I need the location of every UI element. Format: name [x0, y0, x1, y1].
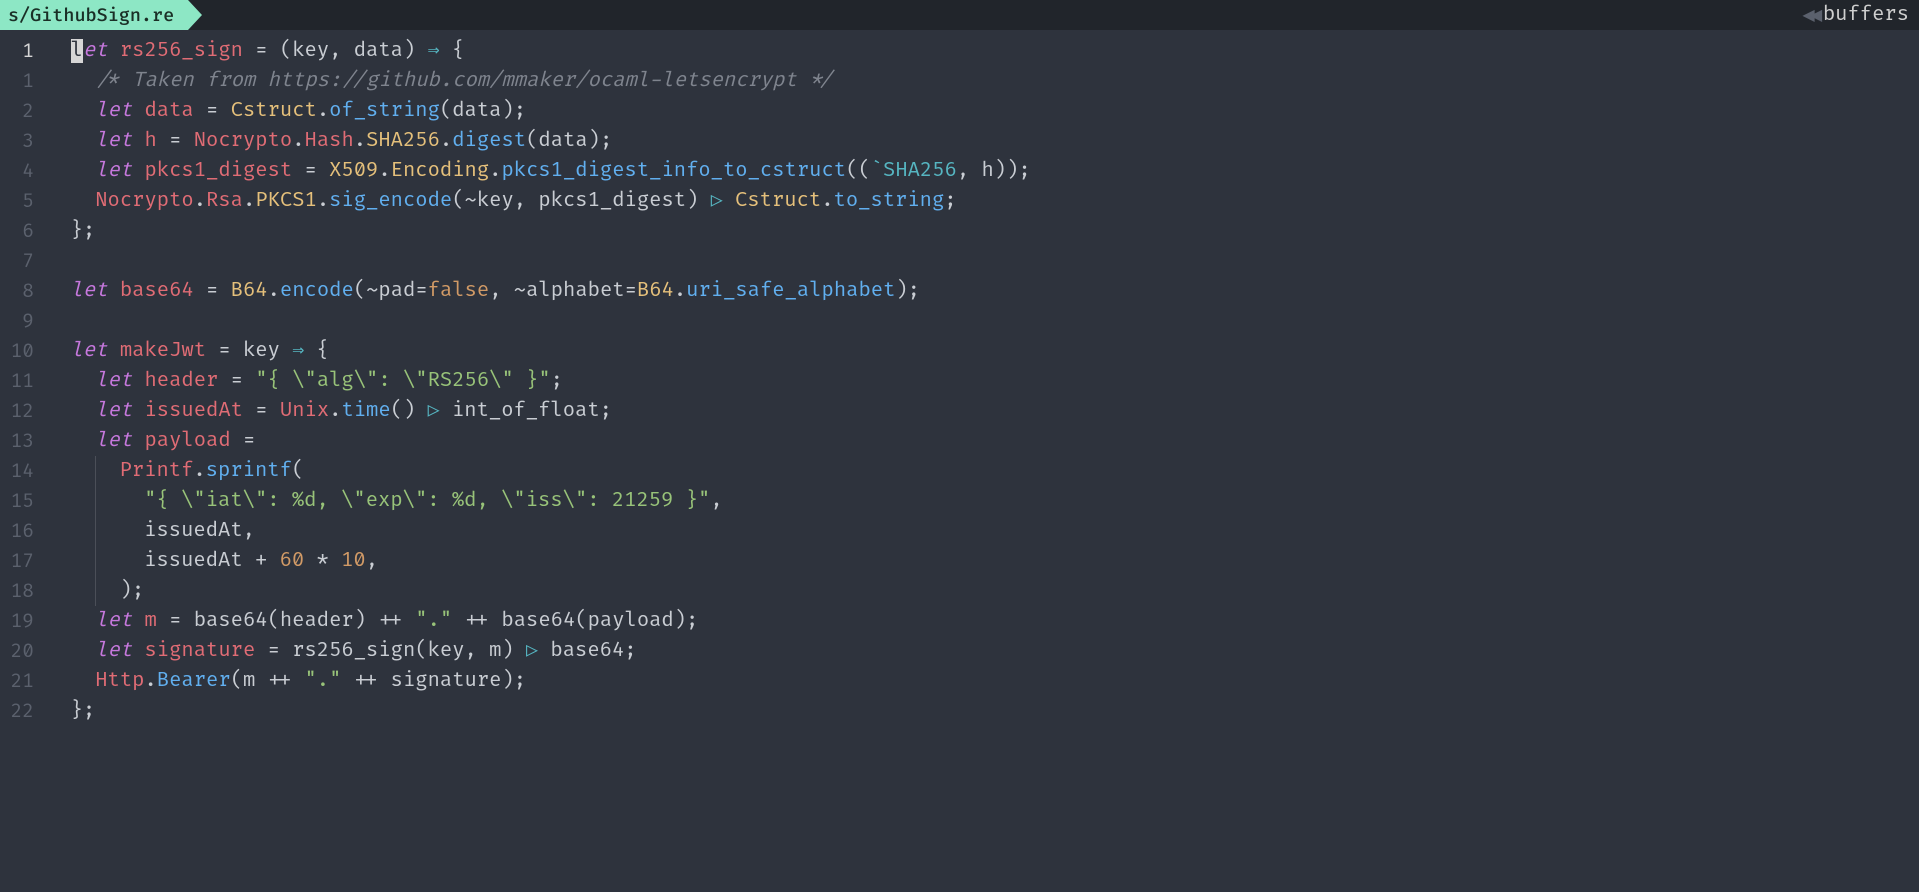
code-area[interactable]: 1 let rs256_sign = (key, data) ⇒ { 1 /* …	[0, 30, 1919, 892]
buffers-label: buffers	[1823, 3, 1909, 27]
code-line[interactable]: 4 let pkcs1_digest = X509.Encoding.pkcs1…	[0, 156, 1919, 186]
line-number: 21	[0, 666, 46, 696]
code-line[interactable]: 16 issuedAt,	[0, 516, 1919, 546]
line-number: 1	[0, 66, 46, 96]
code-line[interactable]: 15 "{ \"iat\": %d, \"exp\": %d, \"iss\":…	[0, 486, 1919, 516]
line-number: 4	[0, 156, 46, 186]
code-line[interactable]: 5 Nocrypto.Rsa.PKCS1.sig_encode(~key, pk…	[0, 186, 1919, 216]
file-tab-label: s/GithubSign.re	[8, 4, 174, 27]
code-line[interactable]: 18 );	[0, 576, 1919, 606]
line-number: 5	[0, 186, 46, 216]
line-number: 7	[0, 246, 46, 276]
line-number: 14	[0, 456, 46, 486]
code-line[interactable]: 22 };	[0, 696, 1919, 726]
buffers-button[interactable]: ◀◀ buffers	[1802, 0, 1919, 30]
line-number: 22	[0, 696, 46, 726]
line-number: 16	[0, 516, 46, 546]
code-line[interactable]: 9	[0, 306, 1919, 336]
line-number: 12	[0, 396, 46, 426]
code-line[interactable]: 7	[0, 246, 1919, 276]
code-line[interactable]: 8 let base64 = B64.encode(~pad=false, ~a…	[0, 276, 1919, 306]
code-line[interactable]: 19 let m = base64(header) ++ "." ++ base…	[0, 606, 1919, 636]
code-line[interactable]: 10 let makeJwt = key ⇒ {	[0, 336, 1919, 366]
code-line[interactable]: 13 let payload =	[0, 426, 1919, 456]
cursor: l	[71, 39, 83, 63]
code-line[interactable]: 14 Printf.sprintf(	[0, 456, 1919, 486]
code-line[interactable]: 3 let h = Nocrypto.Hash.SHA256.digest(da…	[0, 126, 1919, 156]
line-number: 15	[0, 486, 46, 516]
line-number: 9	[0, 306, 46, 336]
line-number: 6	[0, 216, 46, 246]
code-line[interactable]: 12 let issuedAt = Unix.time() ▷ int_of_f…	[0, 396, 1919, 426]
line-number: 10	[0, 336, 46, 366]
code-line[interactable]: 1 let rs256_sign = (key, data) ⇒ {	[0, 36, 1919, 66]
line-number: 19	[0, 606, 46, 636]
tab-bar: s/GithubSign.re ◀◀ buffers	[0, 0, 1919, 30]
code-line[interactable]: 21 Http.Bearer(m ++ "." ++ signature);	[0, 666, 1919, 696]
code-line[interactable]: 20 let signature = rs256_sign(key, m) ▷ …	[0, 636, 1919, 666]
line-number: 11	[0, 366, 46, 396]
file-tab[interactable]: s/GithubSign.re	[0, 0, 188, 30]
line-number: 13	[0, 426, 46, 456]
editor-root: s/GithubSign.re ◀◀ buffers 1 let rs256_s…	[0, 0, 1919, 892]
code-line[interactable]: 17 issuedAt + 60 * 10,	[0, 546, 1919, 576]
line-number: 8	[0, 276, 46, 306]
code-line[interactable]: 6 };	[0, 216, 1919, 246]
code-line[interactable]: 1 /* Taken from https://github.com/mmake…	[0, 66, 1919, 96]
line-number: 2	[0, 96, 46, 126]
line-number: 20	[0, 636, 46, 666]
line-number: 1	[0, 36, 46, 66]
code-line[interactable]: 11 let header = "{ \"alg\": \"RS256\" }"…	[0, 366, 1919, 396]
code-line[interactable]: 2 let data = Cstruct.of_string(data);	[0, 96, 1919, 126]
chevron-left-icon: ◀◀	[1802, 2, 1817, 29]
line-number: 3	[0, 126, 46, 156]
line-number: 17	[0, 546, 46, 576]
line-number: 18	[0, 576, 46, 606]
